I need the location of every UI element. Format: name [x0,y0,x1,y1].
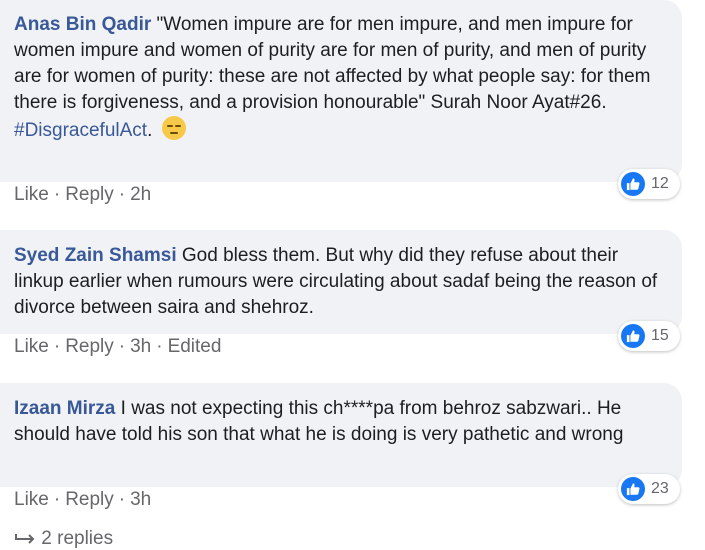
edited-label[interactable]: Edited [168,336,222,357]
thumbs-up-icon [621,324,645,348]
hashtag-link[interactable]: #DisgracefulAct [14,120,147,141]
expressionless-face-icon [161,116,186,140]
reply-button[interactable]: Reply [65,336,114,357]
like-button[interactable]: Like [14,489,49,510]
reaction-count: 15 [651,327,669,344]
comment-bubble: Syed Zain Shamsi God bless them. But why… [0,230,682,334]
comment-bubble: Izaan Mirza I was not expecting this ch*… [0,383,682,487]
comment-actions: Like · Reply · 2h [14,184,152,205]
reply-button[interactable]: Reply [65,489,114,510]
reaction-count-badge[interactable]: 15 [618,321,680,351]
timestamp[interactable]: 3h [130,336,151,357]
reply-button[interactable]: Reply [65,184,114,205]
comment-author[interactable]: Syed Zain Shamsi [14,245,177,266]
comment-bubble: Anas Bin Qadir "Women impure are for men… [0,0,682,182]
thumbs-up-icon [621,172,645,196]
replies-count[interactable]: 2 replies [41,528,113,549]
reaction-count: 12 [651,175,669,192]
reaction-count-badge[interactable]: 12 [618,169,680,199]
thumbs-up-icon [621,477,645,501]
timestamp[interactable]: 2h [130,184,151,205]
comment-author[interactable]: Anas Bin Qadir [14,14,151,35]
like-button[interactable]: Like [14,184,49,205]
reaction-count: 23 [651,480,669,497]
comment-text-end: . [147,120,153,141]
comment-author[interactable]: Izaan Mirza [14,398,115,419]
comment-actions: Like · Reply · 3h · Edited [14,336,222,357]
timestamp[interactable]: 3h [130,489,151,510]
comment-actions: Like · Reply · 3h [14,489,152,510]
like-button[interactable]: Like [14,336,49,357]
reply-arrow-icon [15,533,35,544]
view-replies-link[interactable]: 2 replies [14,528,113,550]
reaction-count-badge[interactable]: 23 [618,474,680,504]
